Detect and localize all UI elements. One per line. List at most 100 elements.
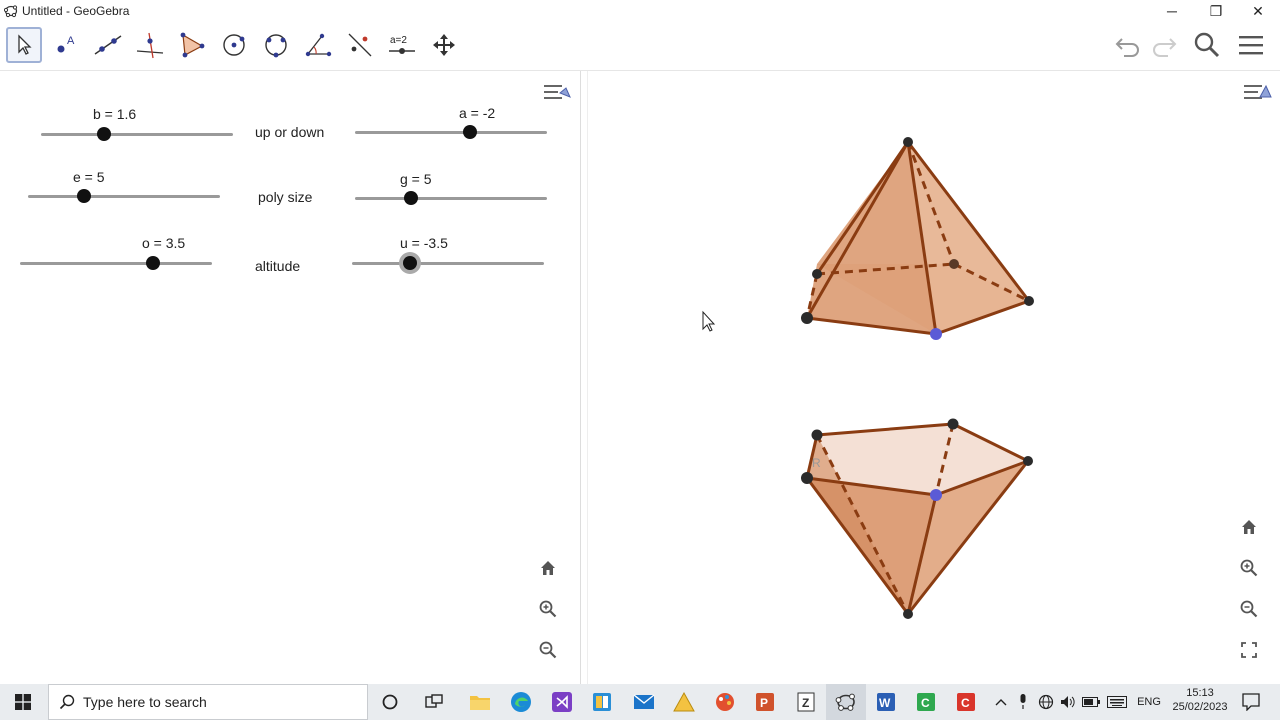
mail-taskbar-icon[interactable] — [624, 684, 664, 720]
edge-browser-icon — [511, 692, 531, 712]
reflect-tool-button[interactable] — [342, 27, 378, 63]
red-app-taskbar-icon[interactable]: C — [946, 684, 986, 720]
text-poly-size: poly size — [258, 189, 313, 205]
polygon-tool-button[interactable] — [174, 27, 210, 63]
slider-b-label: b = 1.6 — [93, 106, 137, 122]
keyboard-tray-icon[interactable] — [1104, 684, 1130, 720]
slider-tool-label: a=2 — [390, 35, 407, 46]
slider-o-track[interactable] — [20, 262, 212, 265]
volume-tray-icon[interactable] — [1058, 684, 1078, 720]
restore-button[interactable]: ❐ — [1194, 0, 1238, 22]
cortana-button[interactable] — [370, 684, 410, 720]
move-tool-button[interactable] — [6, 27, 42, 63]
slider-o-label: o = 3.5 — [142, 235, 186, 251]
file-explorer-taskbar-icon[interactable] — [460, 684, 500, 720]
zoom-out-icon — [539, 641, 557, 659]
angle-tool-button[interactable] — [300, 27, 336, 63]
slider-u-label: u = -3.5 — [400, 235, 448, 251]
algebra-zoom-in-button[interactable] — [531, 592, 565, 626]
geometry-canvas[interactable]: R — [588, 71, 1280, 684]
search-icon — [1194, 32, 1220, 58]
slider-b-track[interactable] — [41, 133, 233, 136]
perpendicular-line-tool-button[interactable] — [132, 27, 168, 63]
sketch-app-taskbar-icon[interactable] — [664, 684, 704, 720]
slider-g-label: g = 5 — [400, 171, 432, 187]
slider-tool-button[interactable]: a=2 — [384, 27, 420, 63]
lower-pyramid[interactable]: R — [801, 418, 1033, 620]
clock-time: 15:13 — [1186, 687, 1214, 699]
slider-g-handle[interactable] — [404, 191, 418, 205]
green-app-taskbar-icon[interactable]: C — [906, 684, 946, 720]
line-tool-button[interactable] — [90, 27, 126, 63]
network-tray-icon[interactable] — [1036, 684, 1056, 720]
powerpoint-taskbar-icon[interactable]: P — [745, 684, 785, 720]
graphics-view[interactable]: R — [588, 71, 1280, 684]
slider-e-track[interactable] — [28, 195, 220, 198]
battery-tray-icon[interactable] — [1080, 684, 1102, 720]
view-divider[interactable] — [580, 71, 588, 684]
folder-icon — [470, 696, 490, 710]
close-window-button[interactable]: ✕ — [1236, 0, 1280, 22]
slider-b-handle[interactable] — [97, 127, 111, 141]
word-taskbar-icon[interactable]: W — [866, 684, 906, 720]
visual-studio-taskbar-icon[interactable] — [542, 684, 582, 720]
slider-a-handle[interactable] — [463, 125, 477, 139]
start-button[interactable] — [0, 684, 46, 720]
publisher-taskbar-icon[interactable] — [582, 684, 622, 720]
globe-network-icon — [1038, 694, 1054, 710]
triangle-app-icon — [673, 692, 695, 712]
point-tool-button[interactable]: A — [48, 27, 84, 63]
algebra-zoom-out-button[interactable] — [531, 633, 565, 667]
move-graphics-view-tool-button[interactable] — [426, 27, 462, 63]
minimize-button[interactable]: ─ — [1150, 0, 1194, 22]
search-icon — [59, 694, 75, 710]
search-button[interactable] — [1189, 27, 1225, 63]
svg-text:W: W — [879, 696, 891, 710]
algebra-style-bar-button[interactable] — [540, 75, 574, 109]
paint-palette-icon — [716, 693, 734, 711]
graphics-home-button[interactable] — [1232, 510, 1266, 544]
task-view-button[interactable] — [414, 684, 454, 720]
slider-u-handle-selected[interactable] — [399, 252, 421, 274]
slider-e-handle[interactable] — [77, 189, 91, 203]
tray-overflow-button[interactable] — [992, 684, 1010, 720]
slider-u-track[interactable] — [352, 262, 544, 265]
circle-three-points-tool-button[interactable] — [258, 27, 294, 63]
zip-app-taskbar-icon[interactable]: Z — [786, 684, 826, 720]
graphics-fullscreen-button[interactable] — [1232, 633, 1266, 667]
graphics-zoom-out-button[interactable] — [1232, 592, 1266, 626]
undo-button[interactable] — [1110, 27, 1146, 63]
spreadsheet-app-icon — [593, 693, 611, 711]
main-menu-button[interactable] — [1233, 27, 1269, 63]
zip-archive-icon: Z — [797, 692, 815, 712]
redo-button[interactable] — [1146, 27, 1182, 63]
language-indicator[interactable]: ENG — [1134, 684, 1164, 720]
slider-o-handle[interactable] — [146, 256, 160, 270]
taskbar-search-box[interactable]: Type here to search — [48, 684, 368, 720]
slider-a-track[interactable] — [355, 131, 547, 134]
fullscreen-icon — [1241, 642, 1257, 658]
svg-text:C: C — [961, 696, 970, 710]
windows-logo-icon — [15, 694, 31, 710]
microphone-tray-icon[interactable] — [1013, 684, 1033, 720]
algebra-home-button[interactable] — [531, 551, 565, 585]
svg-text:A: A — [67, 35, 75, 47]
paint-taskbar-icon[interactable] — [705, 684, 745, 720]
reflect-line-icon — [348, 33, 372, 57]
svg-text:Z: Z — [802, 696, 809, 710]
microphone-icon — [1020, 694, 1026, 709]
upper-pyramid[interactable] — [801, 137, 1034, 340]
chevron-up-icon — [995, 699, 1007, 706]
green-c-app-icon: C — [917, 693, 935, 711]
edge-taskbar-icon[interactable] — [501, 684, 541, 720]
perpendicular-line-icon — [136, 32, 164, 59]
svg-text:C: C — [921, 696, 930, 710]
notifications-button[interactable] — [1238, 684, 1264, 720]
graphics-zoom-in-button[interactable] — [1232, 551, 1266, 585]
slider-g-track[interactable] — [355, 197, 547, 200]
redo-icon — [1153, 38, 1177, 57]
geogebra-taskbar-icon-active[interactable] — [826, 684, 866, 720]
clock[interactable]: 15:13 25/02/2023 — [1166, 686, 1234, 714]
circle-tool-button[interactable] — [216, 27, 252, 63]
circle-center-icon — [223, 34, 245, 56]
